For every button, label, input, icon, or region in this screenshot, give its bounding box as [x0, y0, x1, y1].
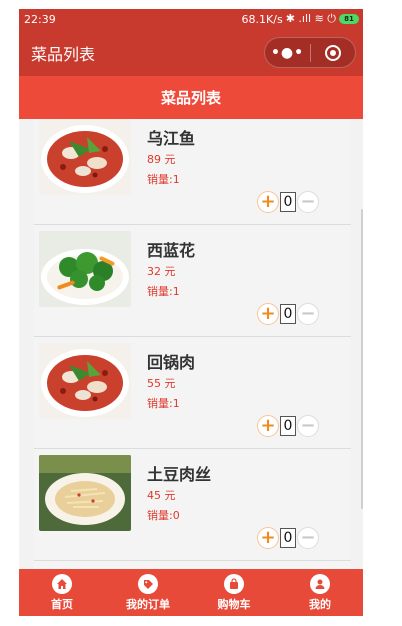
order-tag-icon: [138, 573, 158, 594]
quantity-value[interactable]: 0: [280, 528, 296, 548]
plus-icon[interactable]: +: [257, 191, 279, 213]
quantity-stepper: +0−: [257, 190, 319, 214]
dish-item[interactable]: 西蓝花 32 元销量:1 +0−: [34, 225, 351, 337]
dish-price: 55 元: [147, 377, 176, 390]
tab-orders-label: 我的订单: [126, 597, 170, 611]
target-close-icon[interactable]: [311, 44, 355, 61]
dish-item[interactable]: 回锅肉 55 元销量:1 +0−: [34, 337, 351, 449]
plus-icon[interactable]: +: [257, 415, 279, 437]
dish-price: 45 元: [147, 489, 176, 502]
quantity-value[interactable]: 0: [280, 304, 296, 324]
tab-profile[interactable]: 我的: [277, 569, 363, 616]
user-icon: [310, 573, 330, 594]
status-indicators: 68.1K/s ✱ .ıll ≋ ⏻ 81: [242, 12, 359, 26]
signal-icons: ✱ .ıll ≋ ⏻: [285, 12, 336, 25]
tab-home[interactable]: 首页: [19, 569, 105, 616]
dish-item[interactable]: 土豆肉丝 45 元销量:0 +0−: [34, 449, 351, 561]
dish-price: 89 元: [147, 153, 176, 166]
dish-name: 西蓝花: [147, 241, 196, 260]
dish-price: 32 元: [147, 265, 176, 278]
scrollbar-thumb[interactable]: [361, 209, 363, 509]
dish-sales: 销量:0: [147, 509, 180, 522]
battery-icon: 81: [339, 14, 359, 24]
dish-name: 土豆肉丝: [147, 465, 212, 484]
dish-sales: 销量:1: [147, 285, 180, 298]
minus-icon[interactable]: −: [297, 303, 319, 325]
dish-sales: 销量:1: [147, 173, 180, 186]
dish-sales: 销量:1: [147, 397, 180, 410]
dish-image[interactable]: [39, 231, 131, 307]
dish-list[interactable]: 乌江鱼 89 元销量:1 +0− 西蓝花 32 元销量:1 +0− 回锅肉 55 元销量:1 +…: [34, 119, 351, 569]
nav-title: 菜品列表: [31, 44, 96, 64]
net-speed: 68.1K/s: [241, 12, 283, 26]
quantity-value[interactable]: 0: [280, 192, 296, 212]
page-header: 菜品列表: [19, 76, 363, 119]
minus-icon[interactable]: −: [297, 527, 319, 549]
quantity-stepper: +0−: [257, 302, 319, 326]
tab-home-label: 首页: [51, 597, 73, 611]
quantity-stepper: +0−: [257, 526, 319, 550]
tab-bar: 首页 我的订单 购物车 我的: [19, 569, 363, 616]
more-dots-icon[interactable]: •●•: [265, 45, 310, 61]
tab-cart-label: 购物车: [217, 597, 251, 611]
plus-icon[interactable]: +: [257, 527, 279, 549]
phone-screen: 22:39 68.1K/s ✱ .ıll ≋ ⏻ 81 菜品列表 •●• 菜品列…: [19, 9, 363, 616]
dish-image[interactable]: [39, 455, 131, 531]
dish-item[interactable]: 乌江鱼 89 元销量:1 +0−: [34, 119, 351, 225]
tab-profile-label: 我的: [309, 597, 331, 611]
minus-icon[interactable]: −: [297, 191, 319, 213]
minus-icon[interactable]: −: [297, 415, 319, 437]
quantity-stepper: +0−: [257, 414, 319, 438]
status-time: 22:39: [24, 12, 56, 26]
dish-name: 乌江鱼: [147, 129, 196, 148]
home-icon: [52, 573, 72, 594]
dish-name: 回锅肉: [147, 353, 196, 372]
dish-image[interactable]: [39, 119, 131, 195]
tab-orders[interactable]: 我的订单: [105, 569, 191, 616]
shopping-bag-icon: [224, 573, 244, 594]
quantity-value[interactable]: 0: [280, 416, 296, 436]
status-bar: 22:39 68.1K/s ✱ .ıll ≋ ⏻ 81: [19, 9, 363, 29]
nav-bar: 菜品列表 •●•: [19, 29, 363, 76]
mini-program-capsule: •●•: [264, 37, 356, 68]
dish-image[interactable]: [39, 343, 131, 419]
page-title: 菜品列表: [160, 89, 221, 107]
plus-icon[interactable]: +: [257, 303, 279, 325]
tab-cart[interactable]: 购物车: [191, 569, 277, 616]
